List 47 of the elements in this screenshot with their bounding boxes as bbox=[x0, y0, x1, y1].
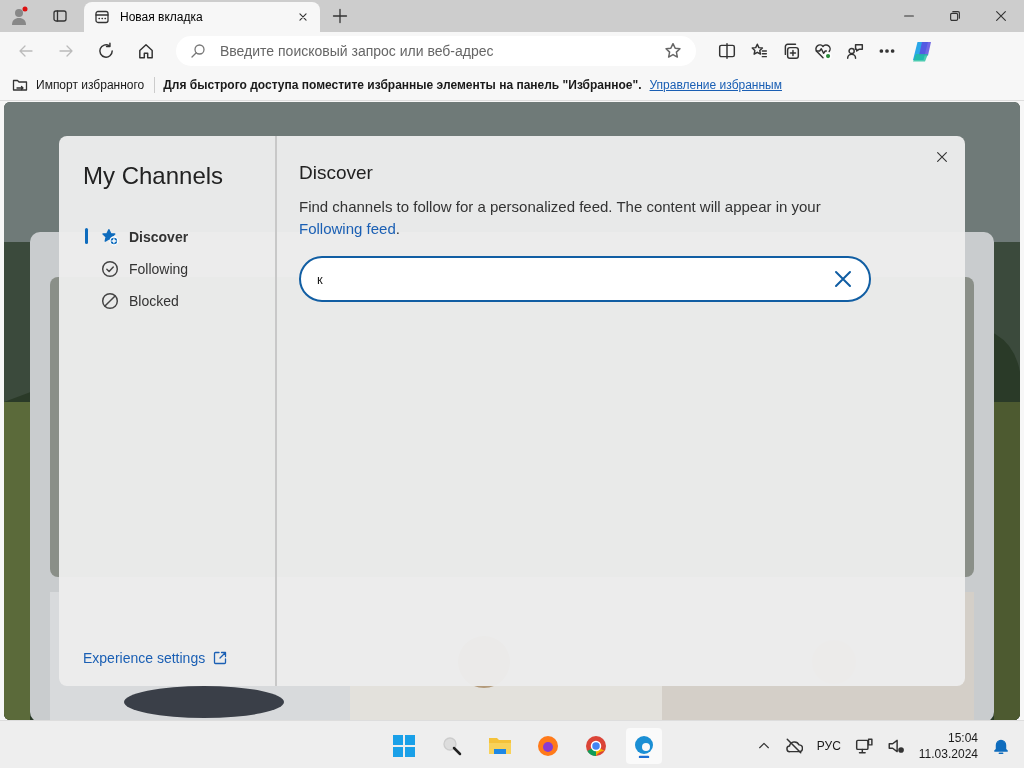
import-favorites-link[interactable]: Импорт избранного bbox=[36, 78, 145, 92]
refresh-icon[interactable] bbox=[97, 42, 115, 60]
address-bar[interactable]: Введите поисковый запрос или веб-адрес bbox=[176, 36, 696, 66]
section-heading: Discover bbox=[299, 162, 374, 184]
close-icon[interactable] bbox=[935, 150, 949, 164]
search-icon bbox=[190, 43, 206, 59]
volume-muted-icon[interactable] bbox=[886, 737, 905, 755]
tab-actions-icon[interactable] bbox=[52, 8, 68, 24]
page-icon bbox=[94, 9, 110, 25]
new-tab-icon[interactable] bbox=[332, 8, 348, 24]
heart-pulse-icon[interactable] bbox=[814, 42, 832, 60]
language-indicator[interactable]: РУС bbox=[816, 739, 841, 753]
nav-item[interactable]: Discover bbox=[59, 226, 275, 248]
star-plus-icon bbox=[101, 228, 119, 246]
notification-bell-icon[interactable] bbox=[992, 737, 1010, 755]
start-icon[interactable] bbox=[392, 734, 416, 758]
manage-favorites-link[interactable]: Управление избранным bbox=[649, 78, 782, 92]
favorite-star-icon[interactable] bbox=[664, 42, 682, 60]
split-screen-icon[interactable] bbox=[718, 42, 736, 60]
chrome-icon[interactable] bbox=[584, 734, 608, 758]
clear-icon[interactable] bbox=[833, 269, 853, 289]
favorites-bar-hint: Для быстрого доступа поместите избранные элементы на панель "Избранное". bbox=[163, 78, 642, 92]
clock-time[interactable]: 15:04 bbox=[947, 731, 978, 745]
people-chat-icon[interactable] bbox=[846, 42, 864, 60]
cloud-off-icon[interactable] bbox=[784, 737, 803, 755]
nav-item[interactable]: Blocked bbox=[59, 290, 275, 312]
collections-icon[interactable] bbox=[782, 42, 800, 60]
nav-item[interactable]: Following bbox=[59, 258, 275, 280]
experience-settings-link[interactable]: Experience settings bbox=[83, 650, 206, 666]
restore-icon[interactable] bbox=[948, 9, 962, 23]
favorites-icon[interactable] bbox=[750, 42, 768, 60]
section-description: Find channels to follow for a personalized feed. The content will appear in your Following feed. bbox=[299, 197, 822, 239]
close-icon[interactable] bbox=[994, 9, 1008, 23]
search-icon[interactable] bbox=[441, 735, 463, 757]
external-link-icon[interactable] bbox=[212, 650, 229, 666]
search-field[interactable]: к bbox=[299, 256, 871, 302]
dialog-title: My Channels bbox=[83, 162, 225, 190]
clock-date[interactable]: 11.03.2024 bbox=[918, 747, 978, 761]
blocked-icon bbox=[101, 292, 119, 310]
browser-tab[interactable]: Новая вкладка bbox=[84, 2, 320, 32]
home-icon[interactable] bbox=[137, 42, 155, 60]
folder-import-icon bbox=[12, 77, 28, 93]
check-circle-icon bbox=[101, 260, 119, 278]
following-feed-link[interactable]: Following feed bbox=[299, 220, 396, 237]
close-icon[interactable] bbox=[296, 10, 310, 24]
network-icon[interactable] bbox=[854, 737, 873, 755]
profile-icon[interactable] bbox=[10, 6, 30, 26]
